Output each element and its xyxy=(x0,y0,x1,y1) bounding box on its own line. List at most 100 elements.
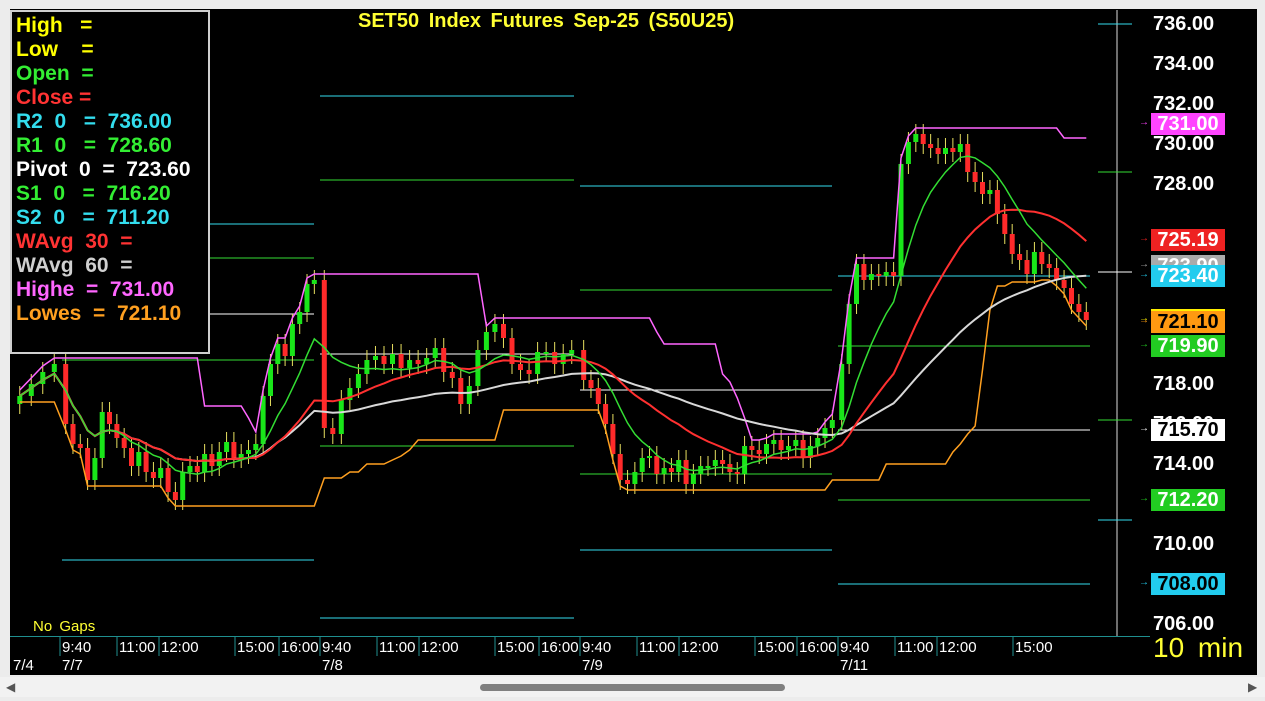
candle-body xyxy=(158,468,164,478)
price-tag-arrow-icon: → xyxy=(1139,339,1149,350)
price-tick-label: 730.00 xyxy=(1153,133,1215,155)
price-tag-arrow-icon: → xyxy=(1139,269,1149,280)
candle-body xyxy=(441,348,447,372)
candle-body xyxy=(987,190,993,194)
candle-body xyxy=(180,472,186,500)
time-tick-label: 11:00 xyxy=(379,639,416,656)
candle-body xyxy=(705,466,711,468)
legend-row: R1 0 = 728.60 xyxy=(16,134,172,157)
candle-body xyxy=(935,148,941,154)
candle-body xyxy=(143,452,149,472)
candle-body xyxy=(595,388,601,404)
candle-body xyxy=(1009,234,1015,254)
candle-body xyxy=(742,446,748,474)
candle-body xyxy=(150,472,156,478)
price-tick-label: 718.00 xyxy=(1153,373,1215,395)
date-tick-label: 7/7 xyxy=(62,657,83,674)
candle-body xyxy=(829,420,835,428)
candle-body xyxy=(129,448,134,466)
candle-body xyxy=(275,344,281,364)
candle-body xyxy=(121,438,127,448)
price-tick-label: 734.00 xyxy=(1153,53,1215,75)
candle-body xyxy=(581,350,587,380)
time-tick-label: 15:00 xyxy=(237,639,275,656)
candle-body xyxy=(668,468,674,472)
time-tick-label: 12:00 xyxy=(421,639,459,656)
candle-body xyxy=(868,274,874,280)
candle-body xyxy=(70,424,76,444)
indicator-legend[interactable]: High = Low = Open = Close = R2 0 = 736.00 R1 … xyxy=(10,10,210,354)
candle-body xyxy=(253,444,259,450)
price-tag: 712.20 xyxy=(1151,489,1225,511)
price-tag: 723.40 xyxy=(1151,265,1225,287)
candle-body xyxy=(756,450,762,454)
time-tick-label: 16:00 xyxy=(799,639,837,656)
price-tag: 725.19 xyxy=(1151,229,1225,252)
price-tag: 731.00 xyxy=(1151,113,1225,135)
candle-body xyxy=(683,460,689,484)
candle-body xyxy=(390,354,395,364)
candle-body xyxy=(1076,304,1082,312)
scrollbar-thumb[interactable] xyxy=(480,684,785,691)
candle-body xyxy=(965,144,971,172)
candle-body xyxy=(381,356,387,364)
candle-body xyxy=(136,452,142,466)
candle-body xyxy=(449,372,455,378)
candle-body xyxy=(972,172,978,182)
scroll-right-icon[interactable]: ▶ xyxy=(1248,680,1257,694)
time-tick-label: 15:00 xyxy=(497,639,535,656)
legend-row: Open = xyxy=(16,62,94,85)
legend-row: WAvg 60 = xyxy=(16,254,133,277)
candle-body xyxy=(304,284,310,312)
price-tag: 719.90 xyxy=(1151,335,1225,357)
legend-row: S2 0 = 711.20 xyxy=(16,206,170,229)
candle-body xyxy=(913,134,919,142)
time-tick-label: 11:00 xyxy=(897,639,934,656)
time-tick-label: 9:40 xyxy=(840,639,870,656)
candle-body xyxy=(861,264,867,280)
candle-body xyxy=(321,280,327,428)
candle-body xyxy=(407,360,413,368)
time-tick-label: 11:00 xyxy=(639,639,676,656)
legend-row: High = xyxy=(16,14,93,37)
interval-label[interactable]: 10 min xyxy=(1153,632,1243,664)
candle-body xyxy=(905,142,911,164)
scroll-left-icon[interactable]: ◀ xyxy=(6,680,15,694)
candle-body xyxy=(172,492,178,500)
candle-body xyxy=(734,472,740,474)
candle-body xyxy=(603,404,609,424)
time-tick-label: 15:00 xyxy=(1015,639,1053,656)
candle-body xyxy=(526,370,532,374)
candle-body xyxy=(501,324,506,338)
price-tag-arrow-icon: → xyxy=(1139,117,1149,128)
candle-body xyxy=(793,440,799,446)
candle-body xyxy=(891,272,897,276)
candle-body xyxy=(876,274,882,276)
candle-body xyxy=(1024,260,1030,274)
candle-body xyxy=(458,378,464,404)
candle-body xyxy=(1002,214,1008,234)
legend-row: Close = xyxy=(16,86,92,109)
time-tick-label: 15:00 xyxy=(757,639,795,656)
price-tag: 721.10 xyxy=(1151,311,1225,333)
price-tag-arrow-icon: → xyxy=(1139,423,1149,434)
candle-body xyxy=(1069,288,1074,304)
candle-body xyxy=(1017,254,1023,260)
time-tick-label: 16:00 xyxy=(541,639,579,656)
candle-body xyxy=(920,134,926,144)
price-tag-arrow-icon: → xyxy=(1139,233,1149,245)
candle-body xyxy=(297,312,303,324)
candle-body xyxy=(928,144,934,148)
candle-body xyxy=(194,466,200,472)
candle-body xyxy=(883,272,889,276)
date-tick-label: 7/4 xyxy=(13,657,34,674)
legend-row: WAvg 30 = xyxy=(16,230,133,253)
candle-body xyxy=(764,444,769,454)
candle-body xyxy=(99,412,105,458)
candle-body xyxy=(1039,252,1045,264)
candle-body xyxy=(654,456,660,474)
candle-body xyxy=(466,386,472,404)
date-tick-label: 7/11 xyxy=(840,657,869,674)
candle-body xyxy=(1046,264,1052,268)
candle-body xyxy=(398,354,404,368)
